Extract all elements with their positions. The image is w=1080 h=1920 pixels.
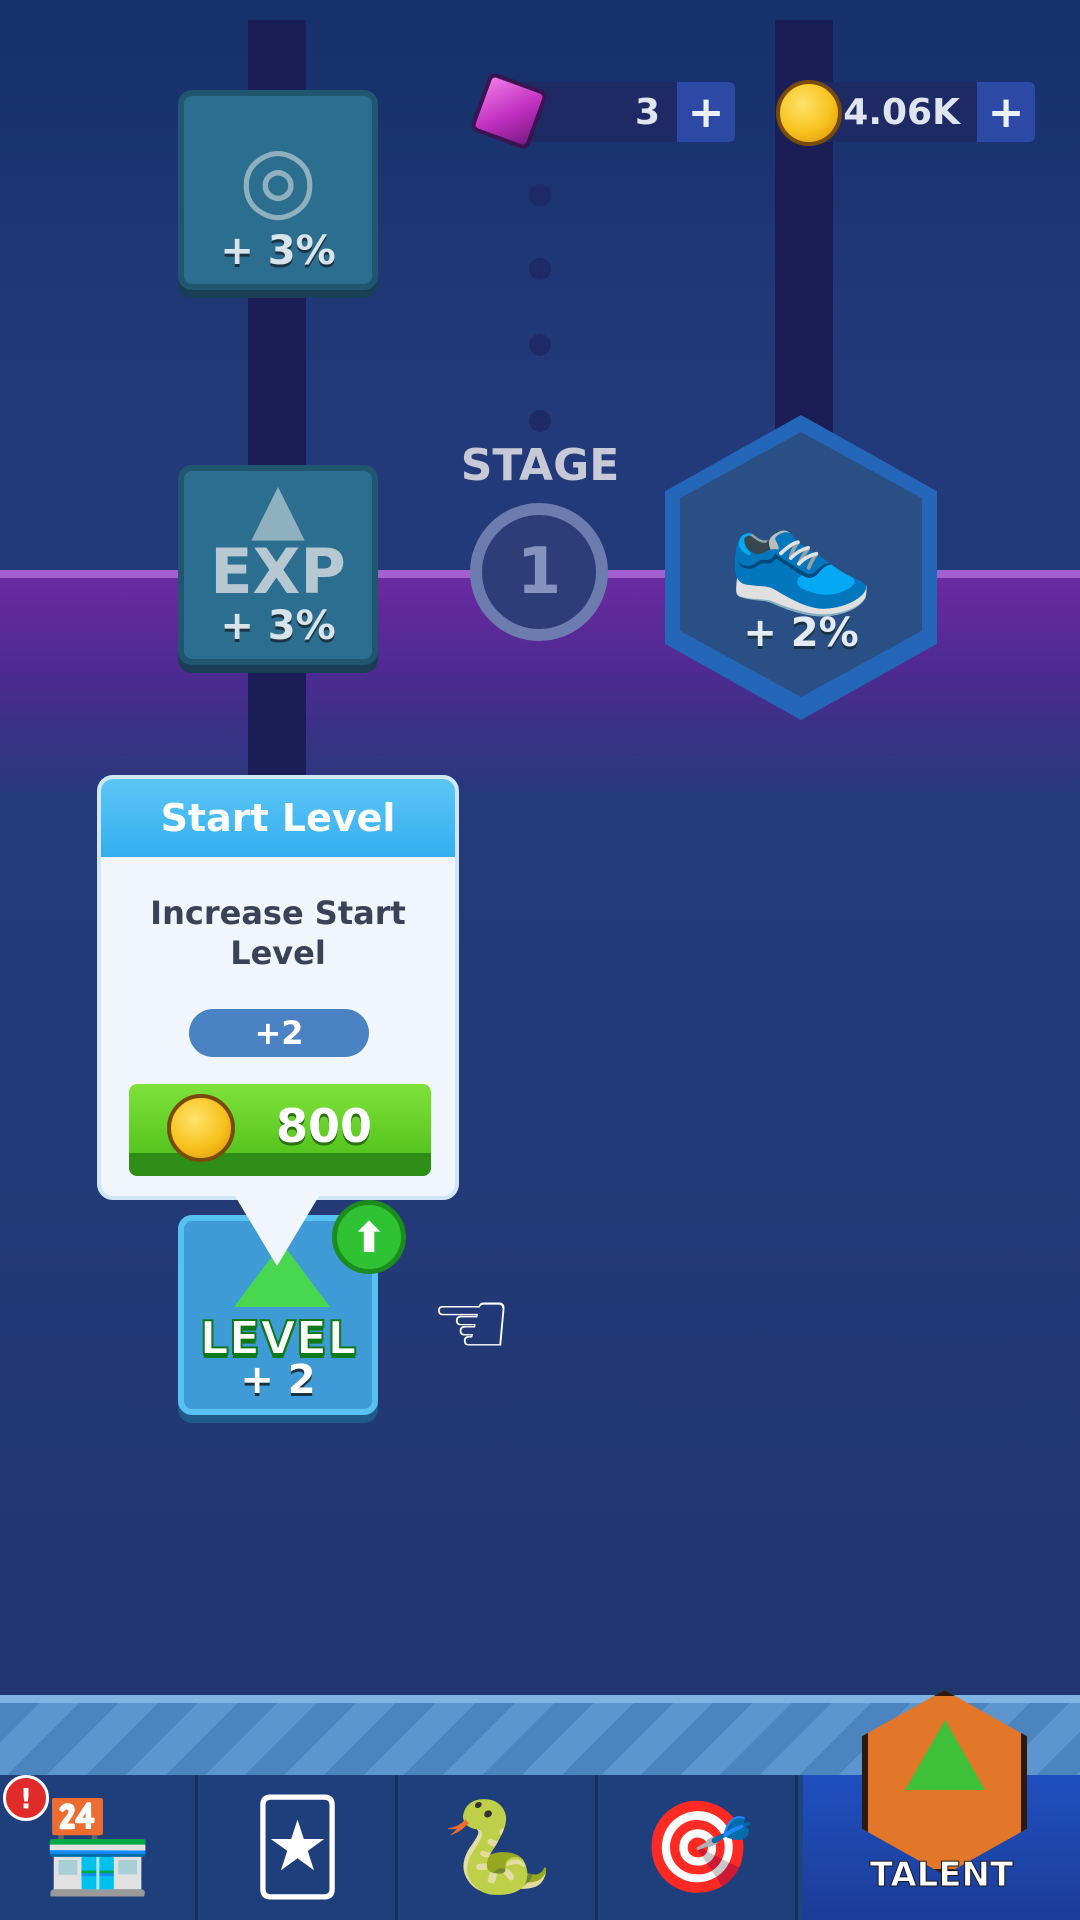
- exp-label: EXP: [210, 535, 346, 608]
- nav-snake[interactable]: 🐍: [400, 1775, 598, 1920]
- pointing-hand-icon: ☜: [430, 1270, 513, 1377]
- cards-icon: 🃏: [251, 1794, 344, 1900]
- nav-target[interactable]: 🎯: [600, 1775, 798, 1920]
- talent-exp-bonus-value: + 3%: [220, 603, 336, 649]
- alert-icon: !: [3, 1775, 49, 1821]
- talent-coin-bonus-value: + 3%: [220, 228, 336, 274]
- nav-talent-label: TALENT: [869, 1855, 1014, 1896]
- coin-stack-icon: ◎: [238, 126, 318, 231]
- upgrade-buy-button[interactable]: 800: [129, 1084, 431, 1176]
- add-coins-button[interactable]: +: [977, 82, 1035, 142]
- upgrade-cost: 800: [275, 1099, 373, 1153]
- path-dot: [529, 410, 551, 432]
- add-gems-button[interactable]: +: [677, 82, 735, 142]
- popup-pointer: [235, 1196, 319, 1266]
- gem-counter: 3 +: [520, 82, 735, 142]
- shoe-icon: 👟: [726, 482, 876, 621]
- shop-icon: 🏪: [41, 1794, 154, 1900]
- talent-speed-bonus-value: + 2%: [743, 610, 859, 656]
- arrow-up-icon: [905, 1720, 985, 1790]
- nav-cards[interactable]: 🃏: [200, 1775, 398, 1920]
- talent-coin-bonus[interactable]: ◎ + 3%: [178, 90, 378, 290]
- popup-title: Start Level: [101, 779, 455, 857]
- target-icon: 🎯: [641, 1794, 754, 1900]
- talent-start-level-value: + 2: [240, 1357, 316, 1403]
- path-dot: [529, 184, 551, 206]
- stage-label: STAGE: [460, 440, 620, 491]
- upgrade-available-icon: ⬆: [332, 1200, 406, 1274]
- talent-info-popup: Start Level Increase Start Level +2 800: [97, 775, 459, 1200]
- coin-icon: [167, 1094, 235, 1162]
- popup-description: Increase Start Level: [150, 894, 406, 972]
- talent-exp-bonus[interactable]: ▲ EXP + 3%: [178, 465, 378, 665]
- coin-icon: [776, 80, 842, 146]
- path-dot: [529, 334, 551, 356]
- popup-increment: +2: [189, 1009, 369, 1057]
- path-dot: [529, 258, 551, 280]
- gem-amount: 3: [634, 91, 660, 133]
- stage-number: 1: [470, 503, 608, 641]
- snake-icon: 🐍: [441, 1794, 554, 1900]
